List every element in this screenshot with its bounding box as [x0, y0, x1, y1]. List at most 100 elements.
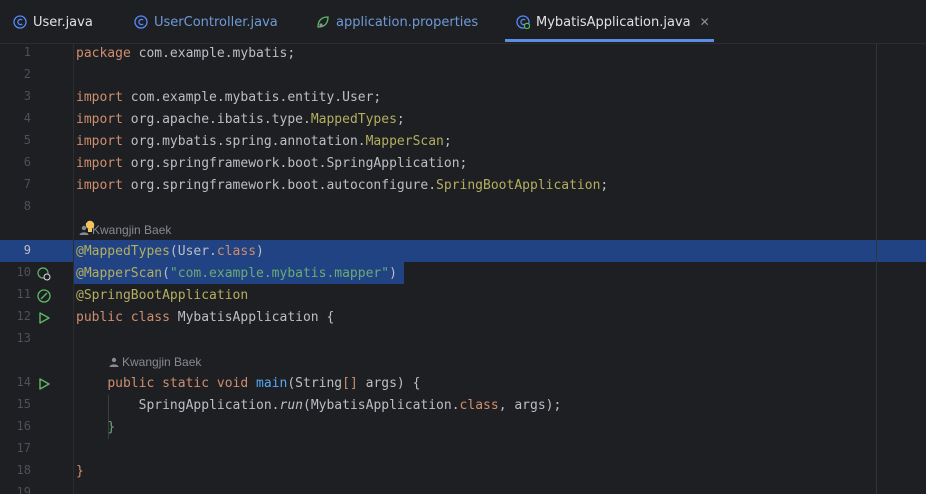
tab-user-java[interactable]: User.java: [13, 0, 93, 44]
active-tab-indicator: [505, 39, 714, 42]
token: com.example.mybatis.entity.User;: [122, 90, 382, 105]
token: public class: [76, 310, 170, 325]
line-number: 14: [16, 375, 31, 389]
code-line-11: @SpringBootApplication: [76, 285, 248, 307]
close-icon[interactable]: ✕: [700, 15, 710, 29]
java-class-icon: [13, 15, 27, 29]
token: "com.example.mybatis.mapper": [169, 266, 390, 281]
line-number: 12: [16, 309, 31, 323]
token: MappedTypes: [310, 112, 397, 127]
line-number: 5: [23, 133, 31, 147]
code-line-16: }: [76, 417, 115, 439]
run-icon[interactable]: [37, 377, 51, 391]
token: }: [76, 464, 84, 479]
token: (MybatisApplication.: [303, 398, 460, 413]
code-line-10: @MapperScan("com.example.mybatis.mapper"…: [76, 263, 397, 285]
token: com.example.mybatis;: [130, 46, 296, 61]
token: ): [389, 266, 397, 281]
token: org.springframework.boot.SpringApplicati…: [122, 156, 468, 171]
token: ;: [443, 134, 452, 149]
spring-bean-icon[interactable]: [37, 289, 51, 303]
code-line-18: }: [76, 461, 84, 483]
token: ;: [396, 112, 405, 127]
author-name: Kwangjin Baek: [92, 223, 172, 237]
token: , args);: [498, 398, 562, 413]
tab-mybatisapplication-java[interactable]: MybatisApplication.java ✕: [516, 0, 710, 44]
token: org.mybatis.spring.annotation.: [122, 134, 366, 149]
tab-label: User.java: [33, 14, 93, 30]
tab-usercontroller-java[interactable]: UserController.java: [134, 0, 278, 44]
line-number: 6: [23, 155, 31, 169]
token: MybatisApplication {: [169, 310, 335, 325]
lightbulb-icon[interactable]: [84, 220, 96, 234]
line-number: 15: [16, 397, 31, 411]
run-icon[interactable]: [37, 311, 51, 325]
line-number: 1: [23, 45, 31, 59]
gutter-separator: [73, 44, 74, 494]
token: main: [256, 376, 288, 391]
code-line-9: @MappedTypes(User.class): [76, 241, 264, 263]
line-number: 19: [16, 485, 31, 494]
token: class: [459, 398, 499, 413]
token: org.apache.ibatis.type.: [122, 112, 311, 127]
java-class-icon: [134, 15, 148, 29]
token: run: [279, 398, 303, 413]
code-line-12: public class MybatisApplication {: [76, 307, 334, 329]
token: @MapperScan: [76, 266, 163, 281]
token: SpringBootApplication: [436, 178, 601, 193]
author-name: Kwangjin Baek: [122, 355, 202, 369]
code-line-4: import org.apache.ibatis.type.MappedType…: [76, 109, 405, 131]
tab-label: MybatisApplication.java: [536, 14, 691, 30]
line-number: 3: [23, 89, 31, 103]
tab-application-properties[interactable]: application.properties: [316, 0, 478, 44]
token: MapperScan: [365, 134, 444, 149]
code-line-5: import org.mybatis.spring.annotation.Map…: [76, 131, 452, 153]
token: @MappedTypes: [76, 244, 170, 259]
token: (String: [287, 376, 343, 391]
token: ): [256, 244, 264, 259]
line-number: 10: [16, 265, 31, 279]
line-number: 18: [16, 463, 31, 477]
token: }: [107, 420, 116, 435]
tab-label: UserController.java: [154, 14, 278, 30]
editor-tab-bar: User.java UserController.java applicatio…: [0, 0, 926, 44]
token: import: [76, 134, 123, 149]
mybatis-mapper-scan-icon[interactable]: [37, 267, 51, 281]
token: public static void: [107, 376, 249, 391]
code-line-7: import org.springframework.boot.autoconf…: [76, 175, 608, 197]
code-line-1: package com.example.mybatis;: [76, 43, 295, 65]
token: class: [216, 244, 257, 259]
line-number: 8: [23, 199, 31, 213]
code-editor[interactable]: 1 2 3 4 5 6 7 8 9 10 11 12 13 14 15 16 1…: [0, 44, 926, 494]
spring-properties-icon: [316, 15, 330, 29]
code-line-14: public static void main(String[] args) {: [76, 373, 420, 395]
token: import: [76, 90, 123, 105]
token: package: [76, 46, 131, 61]
token: import: [76, 178, 123, 193]
tab-label: application.properties: [336, 14, 479, 30]
code-line-3: import com.example.mybatis.entity.User;: [76, 87, 381, 109]
line-number: 17: [16, 441, 31, 455]
line-number: 13: [16, 331, 31, 345]
line-number-current: 9: [23, 243, 31, 257]
line-number: 7: [23, 177, 31, 191]
token: org.springframework.boot.autoconfigure.: [122, 178, 437, 193]
author-inlay-hint[interactable]: Kwangjin Baek: [109, 352, 201, 372]
line-number: 11: [16, 287, 31, 301]
token: @SpringBootApplication: [76, 288, 249, 303]
user-icon: [109, 357, 119, 367]
spring-boot-class-icon: [516, 15, 530, 29]
code-line-6: import org.springframework.boot.SpringAp…: [76, 153, 467, 175]
token: ;: [600, 178, 609, 193]
token: (: [162, 266, 170, 281]
line-number: 4: [23, 111, 31, 125]
line-number: 2: [23, 67, 31, 81]
line-number: 16: [16, 419, 31, 433]
token: args) {: [357, 376, 421, 391]
token: []: [342, 376, 358, 391]
token: import: [76, 112, 123, 127]
